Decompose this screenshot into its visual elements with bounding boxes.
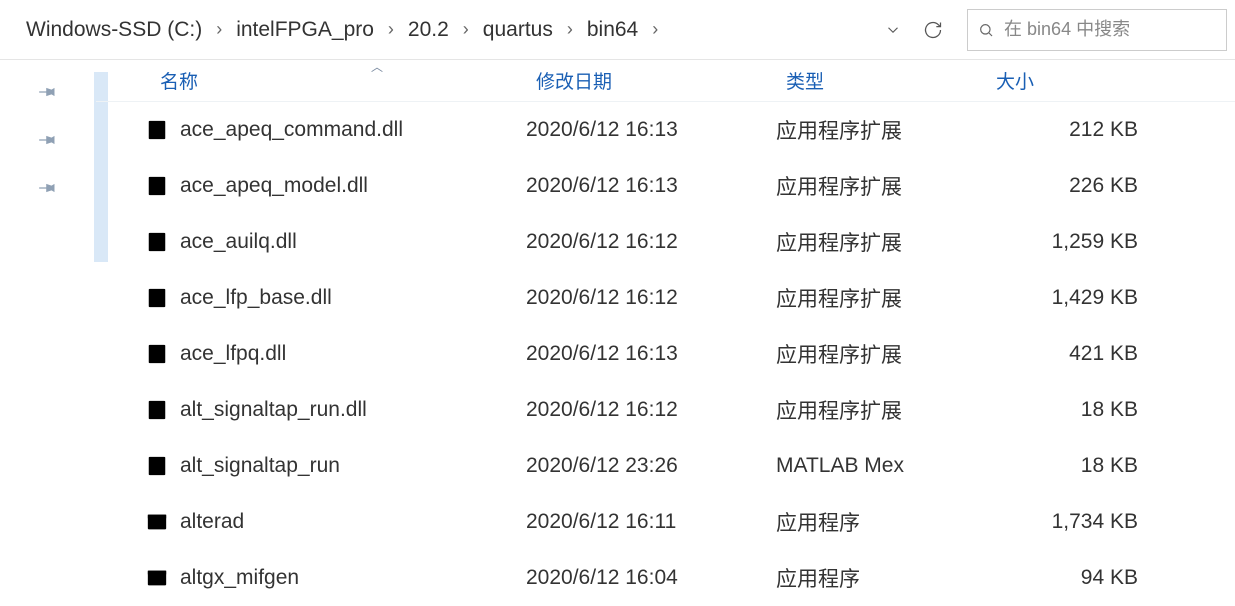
cell-name: alterad (96, 510, 526, 534)
cell-type: 应用程序 (776, 507, 986, 537)
cell-date: 2020/6/12 16:11 (526, 510, 776, 534)
table-row[interactable]: altgx_mifgen 2020/6/12 16:04应用程序94 KB (96, 550, 1235, 606)
sort-indicator-icon: ︿ (371, 58, 383, 75)
refresh-icon (923, 20, 943, 40)
cell-date: 2020/6/12 16:13 (526, 118, 776, 142)
pin-icon[interactable] (38, 130, 58, 150)
file-dll-icon (146, 343, 168, 365)
cell-date: 2020/6/12 16:12 (526, 286, 776, 310)
quick-access-rail (0, 60, 96, 604)
cell-size: 94 KB (986, 566, 1156, 590)
cell-name: ace_apeq_command.dll (96, 118, 526, 142)
breadcrumb-seg-4[interactable]: bin64 (581, 16, 644, 44)
search-icon (978, 21, 994, 39)
cell-type: 应用程序扩展 (776, 115, 986, 145)
file-name: ace_lfpq.dll (180, 342, 286, 366)
file-dll-icon (146, 231, 168, 253)
cell-type: 应用程序扩展 (776, 171, 986, 201)
chevron-right-icon[interactable]: › (212, 19, 226, 40)
cell-size: 1,429 KB (986, 286, 1156, 310)
cell-type: MATLAB Mex (776, 454, 986, 478)
file-dll-icon (146, 287, 168, 309)
history-dropdown-button[interactable] (873, 10, 913, 50)
table-row[interactable]: alt_signaltap_run 2020/6/12 23:26MATLAB M… (96, 438, 1235, 494)
cell-date: 2020/6/12 16:12 (526, 398, 776, 422)
chevron-down-icon (884, 21, 902, 39)
cell-type: 应用程序扩展 (776, 395, 986, 425)
column-header-name[interactable]: 名称 (96, 63, 526, 98)
table-row[interactable]: ace_apeq_command.dll 2020/6/12 16:13应用程序扩… (96, 102, 1235, 158)
file-name: altgx_mifgen (180, 566, 299, 590)
breadcrumb-seg-1[interactable]: intelFPGA_pro (230, 16, 380, 44)
column-header-date[interactable]: 修改日期 (526, 63, 776, 98)
file-dll-icon (146, 119, 168, 141)
file-exe-icon (146, 511, 168, 533)
table-row[interactable]: alterad 2020/6/12 16:11应用程序1,734 KB (96, 494, 1235, 550)
column-header-size[interactable]: 大小 (986, 63, 1156, 98)
file-name: ace_apeq_command.dll (180, 118, 403, 142)
cell-size: 18 KB (986, 398, 1156, 422)
file-name: alt_signaltap_run.dll (180, 398, 367, 422)
pin-icon[interactable] (38, 82, 58, 102)
cell-size: 226 KB (986, 174, 1156, 198)
file-dll-icon (146, 175, 168, 197)
explorer-body: ︿ 名称 修改日期 类型 大小 ace_apeq_command.dll 2020… (0, 60, 1235, 604)
table-row[interactable]: ace_lfpq.dll 2020/6/12 16:13应用程序扩展421 KB (96, 326, 1235, 382)
table-row[interactable]: alt_signaltap_run.dll 2020/6/12 16:12应用程序… (96, 382, 1235, 438)
table-row[interactable]: ace_apeq_model.dll 2020/6/12 16:13应用程序扩展2… (96, 158, 1235, 214)
cell-size: 18 KB (986, 454, 1156, 478)
cell-size: 1,734 KB (986, 510, 1156, 534)
breadcrumb-seg-2[interactable]: 20.2 (402, 16, 455, 44)
cell-type: 应用程序 (776, 563, 986, 593)
table-row[interactable]: ace_auilq.dll 2020/6/12 16:12应用程序扩展1,259 … (96, 214, 1235, 270)
column-headers: ︿ 名称 修改日期 类型 大小 (96, 60, 1235, 102)
file-name: alterad (180, 510, 244, 534)
cell-type: 应用程序扩展 (776, 227, 986, 257)
cell-name: ace_apeq_model.dll (96, 174, 526, 198)
cell-type: 应用程序扩展 (776, 283, 986, 313)
address-toolbar: Windows-SSD (C:) › intelFPGA_pro › 20.2 … (0, 0, 1235, 60)
cell-size: 421 KB (986, 342, 1156, 366)
breadcrumb-seg-3[interactable]: quartus (477, 16, 559, 44)
cell-date: 2020/6/12 16:13 (526, 342, 776, 366)
file-dll-icon (146, 399, 168, 421)
breadcrumb[interactable]: Windows-SSD (C:) › intelFPGA_pro › 20.2 … (8, 16, 873, 44)
cell-name: ace_auilq.dll (96, 230, 526, 254)
table-row[interactable]: ace_lfp_base.dll 2020/6/12 16:12应用程序扩展1,4… (96, 270, 1235, 326)
cell-name: ace_lfpq.dll (96, 342, 526, 366)
cell-date: 2020/6/12 16:12 (526, 230, 776, 254)
file-name: ace_apeq_model.dll (180, 174, 368, 198)
chevron-right-icon[interactable]: › (459, 19, 473, 40)
cell-date: 2020/6/12 23:26 (526, 454, 776, 478)
file-name: alt_signaltap_run (180, 454, 340, 478)
cell-date: 2020/6/12 16:04 (526, 566, 776, 590)
pin-icon[interactable] (38, 178, 58, 198)
file-rows: ace_apeq_command.dll2020/6/12 16:13应用程序扩… (96, 102, 1235, 606)
cell-size: 212 KB (986, 118, 1156, 142)
cell-name: ace_lfp_base.dll (96, 286, 526, 310)
chevron-right-icon[interactable]: › (384, 19, 398, 40)
column-header-type[interactable]: 类型 (776, 63, 986, 98)
search-box[interactable] (967, 9, 1227, 51)
file-exe-icon (146, 567, 168, 589)
cell-size: 1,259 KB (986, 230, 1156, 254)
cell-type: 应用程序扩展 (776, 339, 986, 369)
chevron-right-icon[interactable]: › (648, 19, 662, 40)
chevron-right-icon[interactable]: › (563, 19, 577, 40)
cell-date: 2020/6/12 16:13 (526, 174, 776, 198)
cell-name: alt_signaltap_run (96, 454, 526, 478)
refresh-button[interactable] (913, 10, 953, 50)
file-mex-icon (146, 455, 168, 477)
cell-name: altgx_mifgen (96, 566, 526, 590)
file-list-panel: ︿ 名称 修改日期 类型 大小 ace_apeq_command.dll 2020… (96, 60, 1235, 604)
search-input[interactable] (1004, 19, 1216, 40)
file-name: ace_lfp_base.dll (180, 286, 332, 310)
file-name: ace_auilq.dll (180, 230, 297, 254)
cell-name: alt_signaltap_run.dll (96, 398, 526, 422)
breadcrumb-seg-0[interactable]: Windows-SSD (C:) (20, 16, 208, 44)
